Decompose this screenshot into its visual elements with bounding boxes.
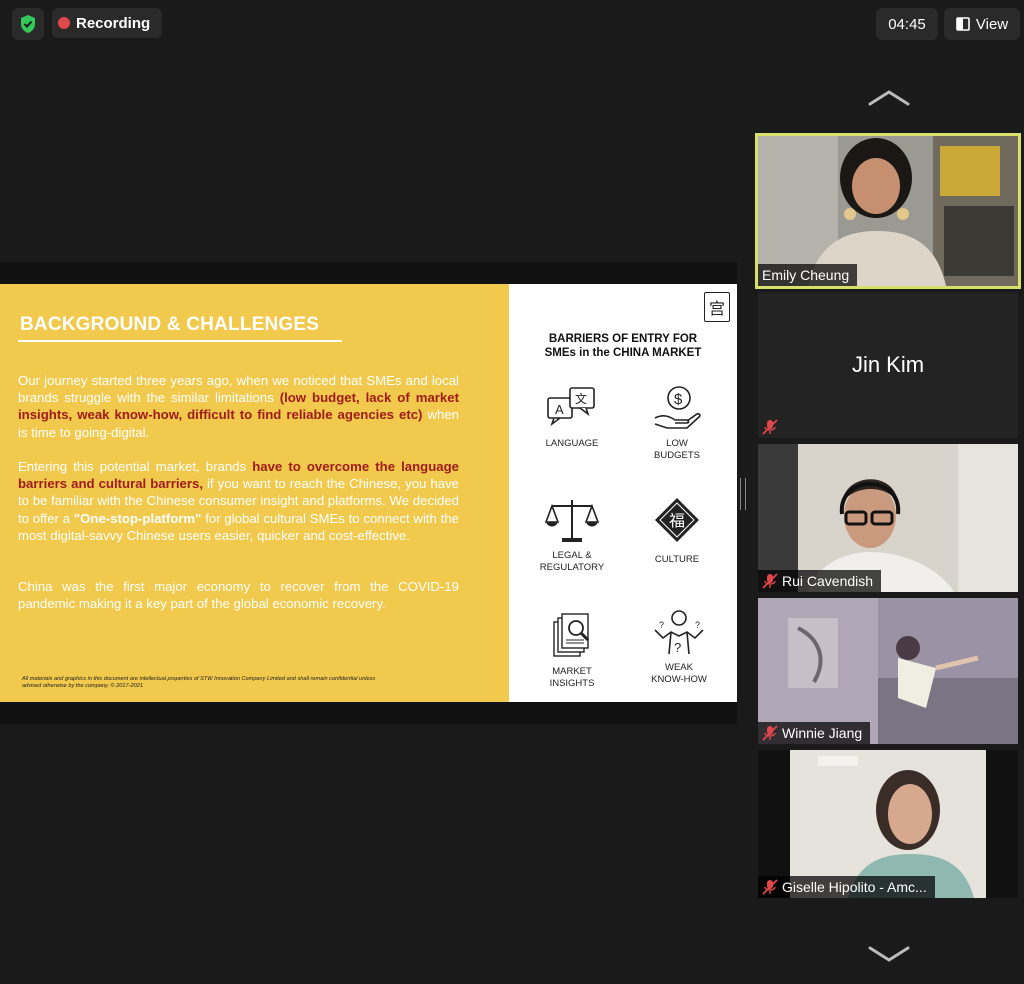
participant-mute-indicator [758,416,786,438]
participant-name-label: Rui Cavendish [758,570,882,592]
scroll-up-chevron-icon[interactable] [864,86,914,110]
resize-handle[interactable] [740,478,746,510]
p2-text: Entering this potential market, brands [18,459,253,474]
scroll-down-chevron-icon[interactable] [864,942,914,966]
microphone-muted-icon [762,573,778,589]
participant-name-centered: Jin Kim [851,352,925,377]
barrier-label: MARKET INSIGHTS [549,666,595,689]
microphone-muted-icon [762,879,778,895]
barriers-title-line-2: SMEs in the CHINA MARKET [544,347,702,359]
market-insights-icon [553,613,590,657]
barrier-label: LOW BUDGETS [654,438,700,461]
microphone-muted-icon [762,419,778,435]
shield-check-icon [21,15,35,33]
barrier-legal-regulatory: LEGAL & REGULATORY [522,496,622,574]
view-button[interactable]: View [944,8,1020,40]
video-tile-rui-cavendish[interactable]: Rui Cavendish [758,444,1018,592]
slide-footer-disclaimer: All materials and graphics in this docum… [22,676,376,689]
video-tile-winnie-jiang[interactable]: Winnie Jiang [758,598,1018,744]
recording-dot-icon [58,17,70,29]
svg-text:?: ? [695,620,700,630]
view-label: View [975,15,1009,33]
barriers-panel: 宫 BARRIERS OF ENTRY FOR SMEs in the CHIN… [509,284,737,702]
video-tile-emily-cheung[interactable]: Emily Cheung [755,133,1021,289]
budget-icon: $ [654,386,701,429]
barrier-label: WEAK KNOW-HOW [651,662,707,685]
barriers-title-line-1: BARRIERS OF ENTRY FOR [548,333,698,345]
company-logo: 宫 [704,292,730,322]
barrier-weak-know-how: ? ? ? WEAK KNOW-HOW [629,608,729,686]
participant-name-label: Winnie Jiang [758,722,871,744]
scales-icon [544,500,600,542]
shared-screen: BACKGROUND & CHALLENGES Our journey star… [0,262,737,724]
meeting-timer: 04:45 [876,8,938,40]
slide-text-panel: BACKGROUND & CHALLENGES Our journey star… [0,284,509,702]
barrier-low-budgets: $ LOW BUDGETS [627,384,727,462]
meeting-top-bar: Recording 04:45 View [0,0,1024,48]
microphone-muted-icon [762,725,778,741]
video-tile-giselle-hipolito[interactable]: Giselle Hipolito - Amc... [758,750,1018,898]
svg-text:?: ? [659,620,664,630]
recording-indicator[interactable]: Recording [52,8,163,38]
slide-title: BACKGROUND & CHALLENGES [20,314,320,335]
barrier-label: LEGAL & REGULATORY [539,550,605,573]
p2-bold: "One-stop-platform" [73,510,202,526]
barriers-title: BARRIERS OF ENTRY FOR SMEs in the CHINA … [509,332,737,360]
fu-culture-icon: 福 [655,498,699,542]
svg-text:?: ? [674,640,681,655]
slide-paragraph-1: Our journey started three years ago, whe… [18,372,459,441]
title-underline [18,340,342,342]
participant-name-label: Emily Cheung [758,264,858,286]
svg-text:$: $ [674,391,683,408]
recording-label: Recording [76,14,151,32]
barrier-culture: 福 CULTURE [627,496,727,566]
slide-paragraph-2: Entering this potential market, brands h… [18,458,459,544]
security-shield-button[interactable] [12,8,44,40]
barrier-language: A 文 LANGUAGE [522,384,622,450]
confused-person-icon: ? ? ? [654,610,704,655]
video-tile-jin-kim[interactable]: Jin Kim [758,292,1018,438]
slide-paragraph-3: China was the first major economy to rec… [18,579,459,612]
svg-text:文: 文 [575,391,587,406]
barrier-market-insights: MARKET INSIGHTS [522,612,622,690]
language-icon: A 文 [547,387,595,427]
participant-name-label: Giselle Hipolito - Amc... [758,876,935,898]
barrier-label: LANGUAGE [545,438,599,449]
svg-text:福: 福 [669,511,685,530]
presentation-slide: BACKGROUND & CHALLENGES Our journey star… [0,284,737,702]
view-layout-icon [956,17,970,31]
svg-text:A: A [555,402,564,417]
barrier-label: CULTURE [654,554,700,565]
